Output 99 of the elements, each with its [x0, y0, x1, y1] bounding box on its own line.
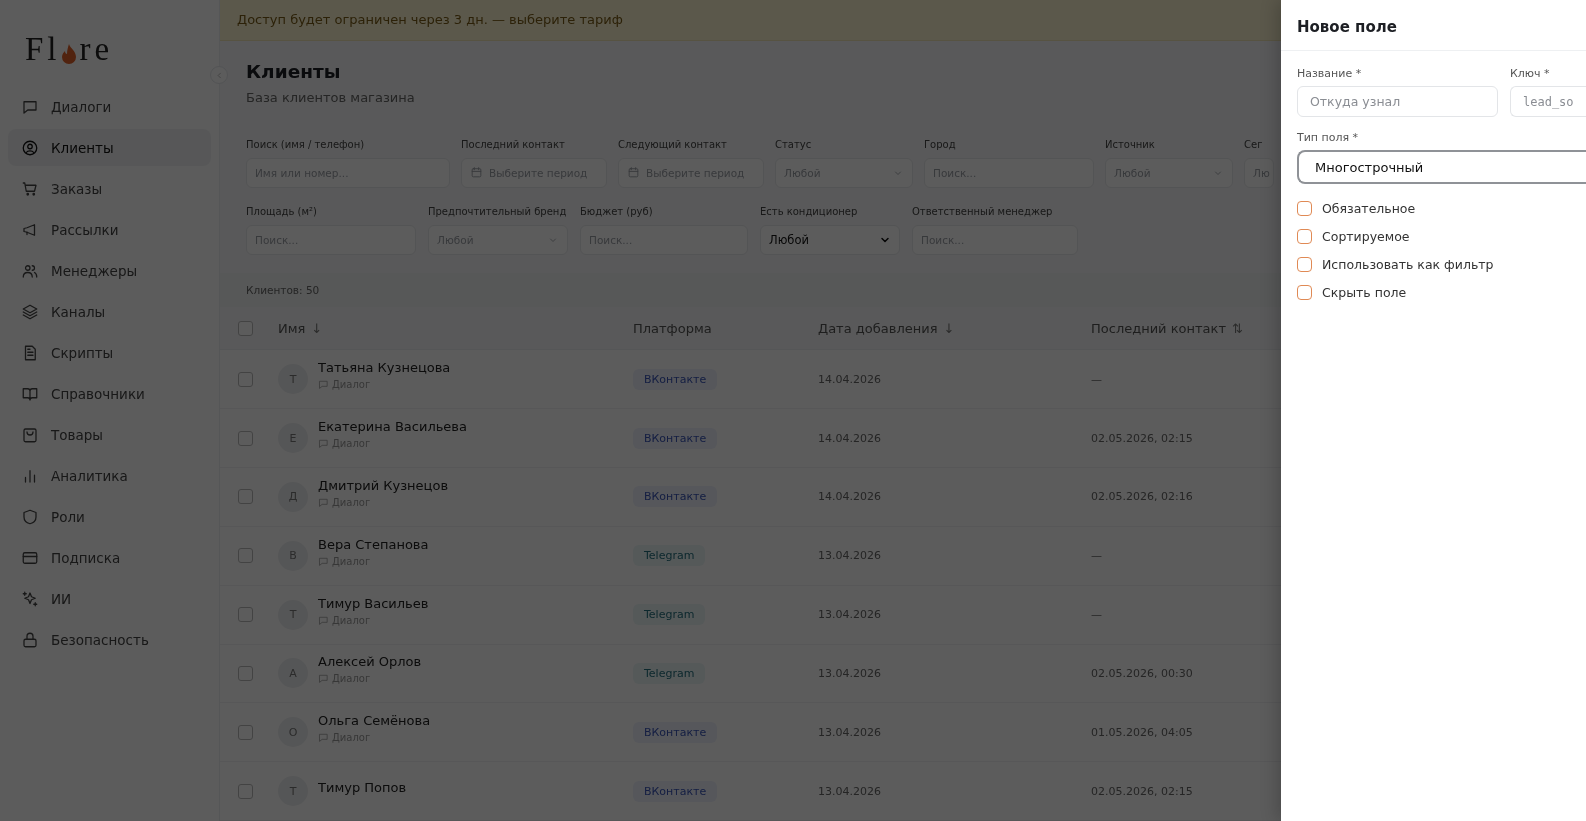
- nav-item[interactable]: ИИ: [8, 580, 211, 617]
- filter-label: Последний контакт: [461, 138, 566, 150]
- platform-tag: ВКонтакте: [633, 368, 718, 390]
- column-header[interactable]: Дата добавления ↓: [818, 320, 1091, 336]
- lock-icon: [21, 630, 39, 649]
- chat-icon: [318, 673, 329, 685]
- sort-icon[interactable]: ⇅: [1232, 320, 1243, 336]
- input-field[interactable]: Откуда узнал: [1297, 86, 1498, 117]
- date-cell-text: —: [1091, 372, 1103, 386]
- checkbox-label: Использовать как фильтр: [1322, 257, 1494, 272]
- logo-text: re: [79, 33, 114, 66]
- field-label: Ключ *: [1510, 67, 1551, 80]
- type-select[interactable]: Многострочный: [1297, 150, 1586, 184]
- filter-label: Предпочтительный бренд: [428, 205, 568, 217]
- warning-banner: Доступ будет ограничен через 3 дн. — выберите тариф: [220, 0, 1281, 41]
- chat-icon: [318, 496, 329, 508]
- layers-icon: [21, 302, 39, 321]
- nav-item[interactable]: Товары: [8, 416, 211, 453]
- platform-tag: Telegram: [633, 604, 706, 626]
- nav-item[interactable]: Менеджеры: [8, 252, 211, 289]
- checkbox-label: Обязательное: [1322, 201, 1416, 216]
- platform-tag: ВКонтакте: [633, 427, 718, 449]
- calendar-icon: [627, 166, 640, 180]
- nav-item[interactable]: Роли: [8, 498, 211, 535]
- filter-label: Ответственный менеджер: [912, 205, 1054, 217]
- chat-icon: [318, 614, 329, 626]
- client-name[interactable]: Алексей Орлов: [318, 654, 422, 670]
- nav-item[interactable]: Диалоги: [8, 88, 211, 125]
- platform-tag: Telegram: [633, 662, 706, 684]
- select-all-checkbox[interactable]: [238, 320, 253, 336]
- column-header[interactable]: Имя ↓: [278, 320, 633, 336]
- date-cell-text: —: [1091, 608, 1103, 622]
- client-name[interactable]: Вера Степанова: [318, 536, 429, 552]
- nav-item[interactable]: Рассылки: [8, 211, 211, 248]
- checkbox[interactable]: [1297, 201, 1312, 216]
- filter-label: Источник: [1105, 138, 1156, 150]
- chat-icon: [318, 555, 329, 567]
- platform-tag: ВКонтакте: [633, 486, 718, 508]
- client-name[interactable]: Ольга Семёнова: [318, 713, 431, 729]
- value-text: Любой: [769, 232, 809, 247]
- sparkles-icon: [21, 589, 39, 608]
- filter-label: Площадь (м²): [246, 205, 318, 217]
- checkbox-label: Скрыть поле: [1322, 285, 1407, 300]
- calendar-icon: [470, 166, 483, 180]
- chat-icon: [318, 379, 329, 391]
- dropdown[interactable]: Любой: [760, 224, 900, 255]
- platform-tag: ВКонтакте: [633, 780, 718, 802]
- filter-label: Поиск (имя / телефон): [246, 138, 366, 150]
- checkbox[interactable]: [1297, 257, 1312, 272]
- sort-icon[interactable]: ↓: [311, 320, 323, 336]
- chat-icon: [318, 438, 329, 450]
- filter-label: Следующий контакт: [618, 138, 728, 150]
- row-checkbox[interactable]: [238, 548, 253, 564]
- row-checkbox[interactable]: [238, 665, 253, 681]
- nav-item[interactable]: Справочники: [8, 375, 211, 412]
- logo-text: Fl: [25, 33, 61, 66]
- drawer-title: Новое поле: [1281, 0, 1586, 51]
- nav-item[interactable]: Подписка: [8, 539, 211, 576]
- row-checkbox[interactable]: [238, 783, 253, 799]
- filter-label: Есть кондиционер: [760, 205, 859, 217]
- filter-label: Бюджет (руб): [580, 205, 654, 217]
- nav-item[interactable]: Клиенты: [8, 129, 211, 166]
- sort-icon[interactable]: ↓: [943, 320, 955, 336]
- cart-icon: [21, 179, 39, 198]
- field-label: Тип поля *: [1297, 131, 1360, 144]
- nav-item[interactable]: Скрипты: [8, 334, 211, 371]
- input-field[interactable]: lead_so: [1510, 86, 1586, 117]
- row-checkbox[interactable]: [238, 371, 253, 387]
- row-checkbox[interactable]: [238, 607, 253, 623]
- column-header[interactable]: Платформа: [633, 320, 818, 336]
- nav-item[interactable]: Каналы: [8, 293, 211, 330]
- date-cell-text: —: [1091, 549, 1103, 563]
- checkbox[interactable]: [1297, 229, 1312, 244]
- client-name[interactable]: Тимур Попов: [318, 779, 407, 795]
- platform-tag: ВКонтакте: [633, 721, 718, 743]
- row-checkbox[interactable]: [238, 724, 253, 740]
- row-checkbox[interactable]: [238, 430, 253, 446]
- nav-item[interactable]: Заказы: [8, 170, 211, 207]
- shield-icon: [21, 507, 39, 526]
- filter-label: Статус: [775, 138, 813, 150]
- column-header[interactable]: Последний контакт ⇅: [1091, 320, 1281, 336]
- client-name[interactable]: Дмитрий Кузнецов: [318, 477, 449, 493]
- chat-icon: [318, 732, 329, 744]
- flame-icon: [60, 43, 77, 65]
- filter-label: Город: [924, 138, 957, 150]
- filter-label: Сег: [1244, 138, 1264, 150]
- platform-tag: Telegram: [633, 545, 706, 567]
- client-name[interactable]: Тимур Васильев: [318, 595, 429, 611]
- checkbox[interactable]: [1297, 285, 1312, 300]
- bag-icon: [21, 425, 39, 444]
- user-circle-icon: [21, 138, 39, 157]
- nav-item[interactable]: Аналитика: [8, 457, 211, 494]
- nav-item[interactable]: Безопасность: [8, 621, 211, 658]
- client-name[interactable]: Татьяна Кузнецова: [318, 360, 451, 376]
- field-label: Название *: [1297, 67, 1363, 80]
- client-name[interactable]: Екатерина Васильева: [318, 419, 467, 435]
- page-title: Клиенты: [246, 60, 342, 82]
- row-checkbox[interactable]: [238, 489, 253, 505]
- checkbox-label: Сортируемое: [1322, 229, 1410, 244]
